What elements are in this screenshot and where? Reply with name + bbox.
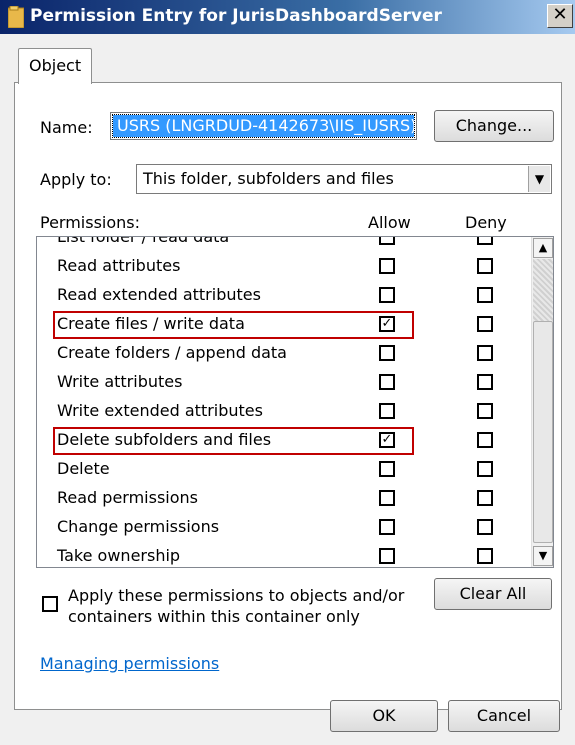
permission-label: Read extended attributes: [57, 285, 261, 304]
permissions-header: Permissions:: [40, 213, 141, 232]
permission-row: Delete: [37, 455, 529, 484]
permission-row: Take ownership: [37, 542, 529, 567]
permission-label: Create folders / append data: [57, 343, 287, 362]
scroll-track[interactable]: [533, 259, 553, 321]
permission-row: Create folders / append data: [37, 339, 529, 368]
apply-option-line2: containers within this container only: [68, 607, 360, 626]
deny-checkbox[interactable]: [477, 374, 493, 390]
allow-checkbox[interactable]: [379, 548, 395, 564]
permission-label: Read attributes: [57, 256, 181, 275]
permission-row: Read extended attributes: [37, 281, 529, 310]
scroll-thumb[interactable]: [533, 321, 553, 543]
allow-checkbox[interactable]: [379, 461, 395, 477]
apply-option-checkbox[interactable]: [42, 596, 58, 612]
permission-row: Read permissions: [37, 484, 529, 513]
allow-header: Allow: [368, 213, 411, 232]
name-field[interactable]: USRS (LNGRDUD-4142673\IIS_IUSRS): [110, 112, 417, 140]
permission-entry-dialog: Permission Entry for JurisDashboardServe…: [0, 0, 575, 745]
permission-label: Write attributes: [57, 372, 183, 391]
permission-row: Write extended attributes: [37, 397, 529, 426]
deny-checkbox[interactable]: [477, 258, 493, 274]
allow-checkbox[interactable]: [379, 287, 395, 303]
clear-all-button[interactable]: Clear All: [434, 578, 552, 610]
allow-checkbox[interactable]: [379, 519, 395, 535]
apply-to-select[interactable]: This folder, subfolders and files ▼: [136, 164, 552, 194]
allow-checkbox[interactable]: [379, 345, 395, 361]
deny-checkbox[interactable]: [477, 432, 493, 448]
title-bar[interactable]: Permission Entry for JurisDashboardServe…: [0, 0, 575, 34]
allow-checkbox[interactable]: [379, 237, 395, 245]
permission-row: Write attributes: [37, 368, 529, 397]
allow-checkbox[interactable]: [379, 374, 395, 390]
folder-icon: [8, 6, 24, 28]
deny-header: Deny: [465, 213, 507, 232]
permission-row: List folder / read data: [37, 236, 529, 252]
deny-checkbox[interactable]: [477, 237, 493, 245]
scrollbar[interactable]: ▲ ▼: [531, 237, 553, 567]
apply-to-label: Apply to:: [40, 170, 112, 189]
change-button[interactable]: Change...: [434, 110, 554, 142]
cancel-button[interactable]: Cancel: [448, 700, 560, 732]
allow-checkbox[interactable]: [379, 258, 395, 274]
highlight-box: [53, 311, 414, 339]
close-button[interactable]: ✕: [547, 4, 573, 28]
permission-label: List folder / read data: [57, 236, 230, 246]
permission-label: Write extended attributes: [57, 401, 263, 420]
deny-checkbox[interactable]: [477, 490, 493, 506]
allow-checkbox[interactable]: [379, 490, 395, 506]
ok-button[interactable]: OK: [330, 700, 438, 732]
deny-checkbox[interactable]: [477, 461, 493, 477]
highlight-box: [53, 427, 414, 455]
deny-checkbox[interactable]: [477, 548, 493, 564]
permission-row: Read attributes: [37, 252, 529, 281]
permission-label: Take ownership: [57, 546, 181, 565]
window-title: Permission Entry for JurisDashboardServe…: [30, 6, 442, 26]
deny-checkbox[interactable]: [477, 287, 493, 303]
arrow-up-icon[interactable]: ▲: [533, 238, 553, 258]
managing-permissions-link[interactable]: Managing permissions: [40, 654, 219, 673]
deny-checkbox[interactable]: [477, 345, 493, 361]
name-value: USRS (LNGRDUD-4142673\IIS_IUSRS): [112, 114, 415, 138]
allow-checkbox[interactable]: [379, 403, 395, 419]
tab-object[interactable]: Object: [18, 48, 92, 84]
name-label: Name:: [40, 118, 93, 137]
permissions-list[interactable]: List folder / read data Read attributes Re…: [36, 236, 554, 568]
permission-label: Read permissions: [57, 488, 198, 507]
arrow-down-icon[interactable]: ▼: [533, 546, 553, 566]
permission-row: Change permissions: [37, 513, 529, 542]
apply-option-line1: Apply these permissions to objects and/o…: [68, 586, 405, 605]
chevron-down-icon[interactable]: ▼: [528, 166, 550, 192]
deny-checkbox[interactable]: [477, 316, 493, 332]
apply-to-value: This folder, subfolders and files: [143, 169, 394, 188]
deny-checkbox[interactable]: [477, 519, 493, 535]
permission-label: Delete: [57, 459, 110, 478]
permission-label: Change permissions: [57, 517, 220, 536]
deny-checkbox[interactable]: [477, 403, 493, 419]
